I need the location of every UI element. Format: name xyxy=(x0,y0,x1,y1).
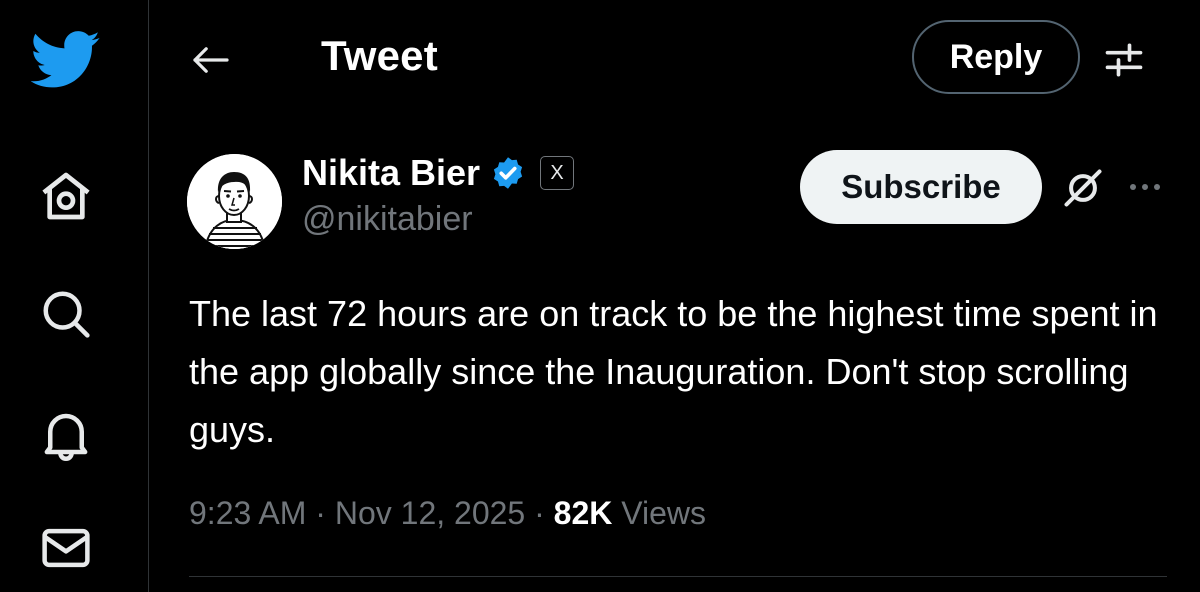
page-title: Tweet xyxy=(321,32,438,79)
tweet-author: Nikita Bier X @nikitabier Subscribe xyxy=(187,150,1177,250)
x-logo-icon: X xyxy=(550,161,564,184)
author-name-row: Nikita Bier X xyxy=(302,152,575,194)
tweet-time[interactable]: 9:23 AM xyxy=(189,495,306,531)
tweet-text: The last 72 hours are on track to be the… xyxy=(189,293,1158,450)
views-count: 82K xyxy=(553,495,613,531)
subscribe-button[interactable]: Subscribe xyxy=(800,150,1042,224)
tweet-meta: 9:23 AM · Nov 12, 2025 · 82K Views xyxy=(189,495,706,532)
home-icon[interactable] xyxy=(30,160,102,232)
meta-separator: · xyxy=(315,495,335,531)
reply-settings-sliders-icon[interactable] xyxy=(1102,38,1146,82)
left-nav xyxy=(0,0,148,592)
twitter-bird-icon[interactable] xyxy=(30,24,102,96)
content-divider xyxy=(189,576,1167,577)
tweet-date[interactable]: Nov 12, 2025 xyxy=(335,495,525,531)
notifications-bell-icon[interactable] xyxy=(30,398,102,470)
more-options-icon[interactable] xyxy=(1123,172,1167,202)
views-label: Views xyxy=(621,495,707,531)
reply-button[interactable]: Reply xyxy=(912,20,1080,94)
messages-envelope-icon[interactable] xyxy=(30,512,102,584)
author-name[interactable]: Nikita Bier xyxy=(302,152,480,194)
back-arrow-icon[interactable] xyxy=(187,36,235,84)
author-handle[interactable]: @nikitabier xyxy=(302,200,473,239)
tweet-header: Tweet Reply xyxy=(149,0,1200,120)
grok-icon[interactable] xyxy=(1061,166,1105,210)
meta-separator: · xyxy=(534,495,554,531)
avatar[interactable] xyxy=(187,154,282,249)
affiliate-badge[interactable]: X xyxy=(540,156,575,190)
search-icon[interactable] xyxy=(30,278,102,350)
verified-badge-icon xyxy=(490,155,526,191)
